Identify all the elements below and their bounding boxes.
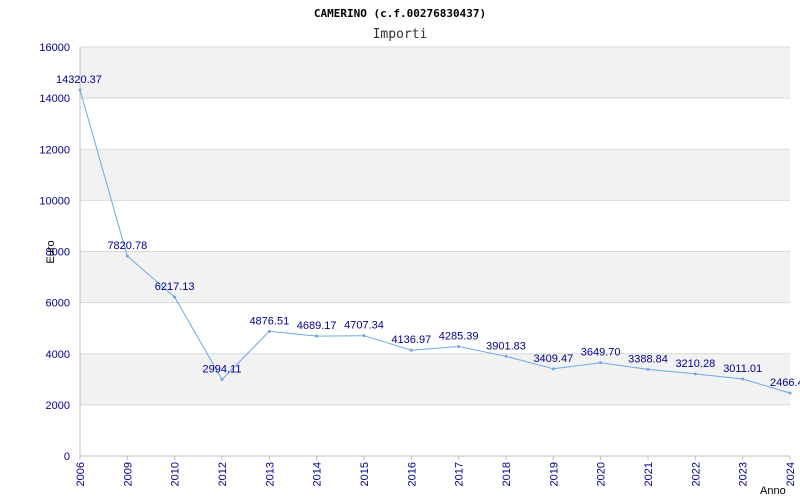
- data-point: [504, 354, 508, 358]
- x-tick-label: 2021: [643, 462, 655, 486]
- y-tick-label: 12000: [39, 144, 70, 156]
- y-tick-label: 0: [64, 451, 70, 463]
- y-tick-label: 6000: [46, 298, 70, 310]
- y-tick-label: 4000: [46, 349, 70, 361]
- chart-subtitle: Importi: [373, 27, 428, 42]
- data-label: 7820.78: [107, 240, 147, 252]
- data-label: 4707.34: [344, 320, 384, 332]
- data-point: [693, 372, 697, 376]
- x-tick-label: 2014: [312, 462, 324, 486]
- x-axis-label: Anno: [760, 485, 786, 497]
- y-tick-label: 10000: [39, 195, 70, 207]
- data-point: [457, 344, 461, 348]
- data-label: 2466.46: [770, 377, 800, 389]
- y-tick-label: 14000: [39, 93, 70, 105]
- data-label: 3901.83: [486, 340, 526, 352]
- data-label: 4689.17: [297, 320, 337, 332]
- x-tick-label: 2020: [596, 462, 608, 486]
- x-tick-labels: 2006 2009 2010 2012 2013 2014 2015 2016 2017 2018…: [75, 462, 797, 486]
- x-tick-label: 2016: [406, 462, 418, 486]
- data-point: [646, 367, 650, 371]
- data-point: [362, 334, 366, 338]
- data-label: 3210.28: [675, 358, 715, 370]
- data-point: [78, 88, 82, 92]
- data-point: [267, 329, 271, 333]
- background-bands: [80, 47, 790, 405]
- data-point: [788, 391, 792, 395]
- grid-band: [80, 47, 790, 99]
- data-label: 2994.11: [203, 363, 242, 375]
- grid-band: [80, 251, 790, 303]
- line-chart: 0200040006000800010000120001400016000 20…: [39, 7, 800, 497]
- data-label: 3409.47: [533, 353, 573, 365]
- y-tick-label: 16000: [39, 42, 70, 54]
- x-tick-label: 2018: [501, 462, 513, 486]
- data-label: 4136.97: [391, 334, 431, 346]
- data-label: 4285.39: [439, 330, 479, 342]
- x-tick-label: 2010: [170, 462, 182, 486]
- data-label: 3649.70: [581, 347, 621, 359]
- data-label: 3388.84: [628, 353, 668, 365]
- x-tick-label: 2009: [122, 462, 134, 486]
- x-tick-label: 2022: [690, 462, 702, 486]
- y-tick-label: 2000: [46, 400, 70, 412]
- x-tick-label: 2006: [75, 462, 87, 486]
- series-line: [79, 89, 791, 394]
- x-tick-label: 2015: [359, 462, 371, 486]
- data-labels: 14320.37 7820.78 6217.13 2994.11 4876.51 4689…: [56, 74, 800, 389]
- y-axis-label: Euro: [45, 240, 57, 263]
- data-point: [220, 377, 224, 381]
- series-line: [78, 88, 792, 395]
- data-point: [599, 361, 603, 365]
- data-point: [741, 377, 745, 381]
- x-tick-label: 2013: [264, 462, 276, 486]
- data-point: [315, 334, 319, 338]
- data-label: 6217.13: [155, 281, 195, 293]
- x-tick-label: 2024: [785, 462, 797, 486]
- x-tick-label: 2023: [738, 462, 750, 486]
- data-label: 4876.51: [249, 315, 289, 327]
- data-point: [551, 367, 555, 371]
- chart-title: CAMERINO (c.f.00276830437): [314, 7, 486, 20]
- data-label: 14320.37: [56, 74, 102, 86]
- data-point: [173, 295, 177, 299]
- data-label: 3011.01: [723, 363, 762, 375]
- data-point: [409, 348, 413, 352]
- data-point: [125, 254, 129, 258]
- x-tick-label: 2012: [217, 462, 229, 486]
- x-tick-label: 2019: [548, 462, 560, 486]
- grid-band: [80, 149, 790, 201]
- x-tick-label: 2017: [454, 462, 466, 486]
